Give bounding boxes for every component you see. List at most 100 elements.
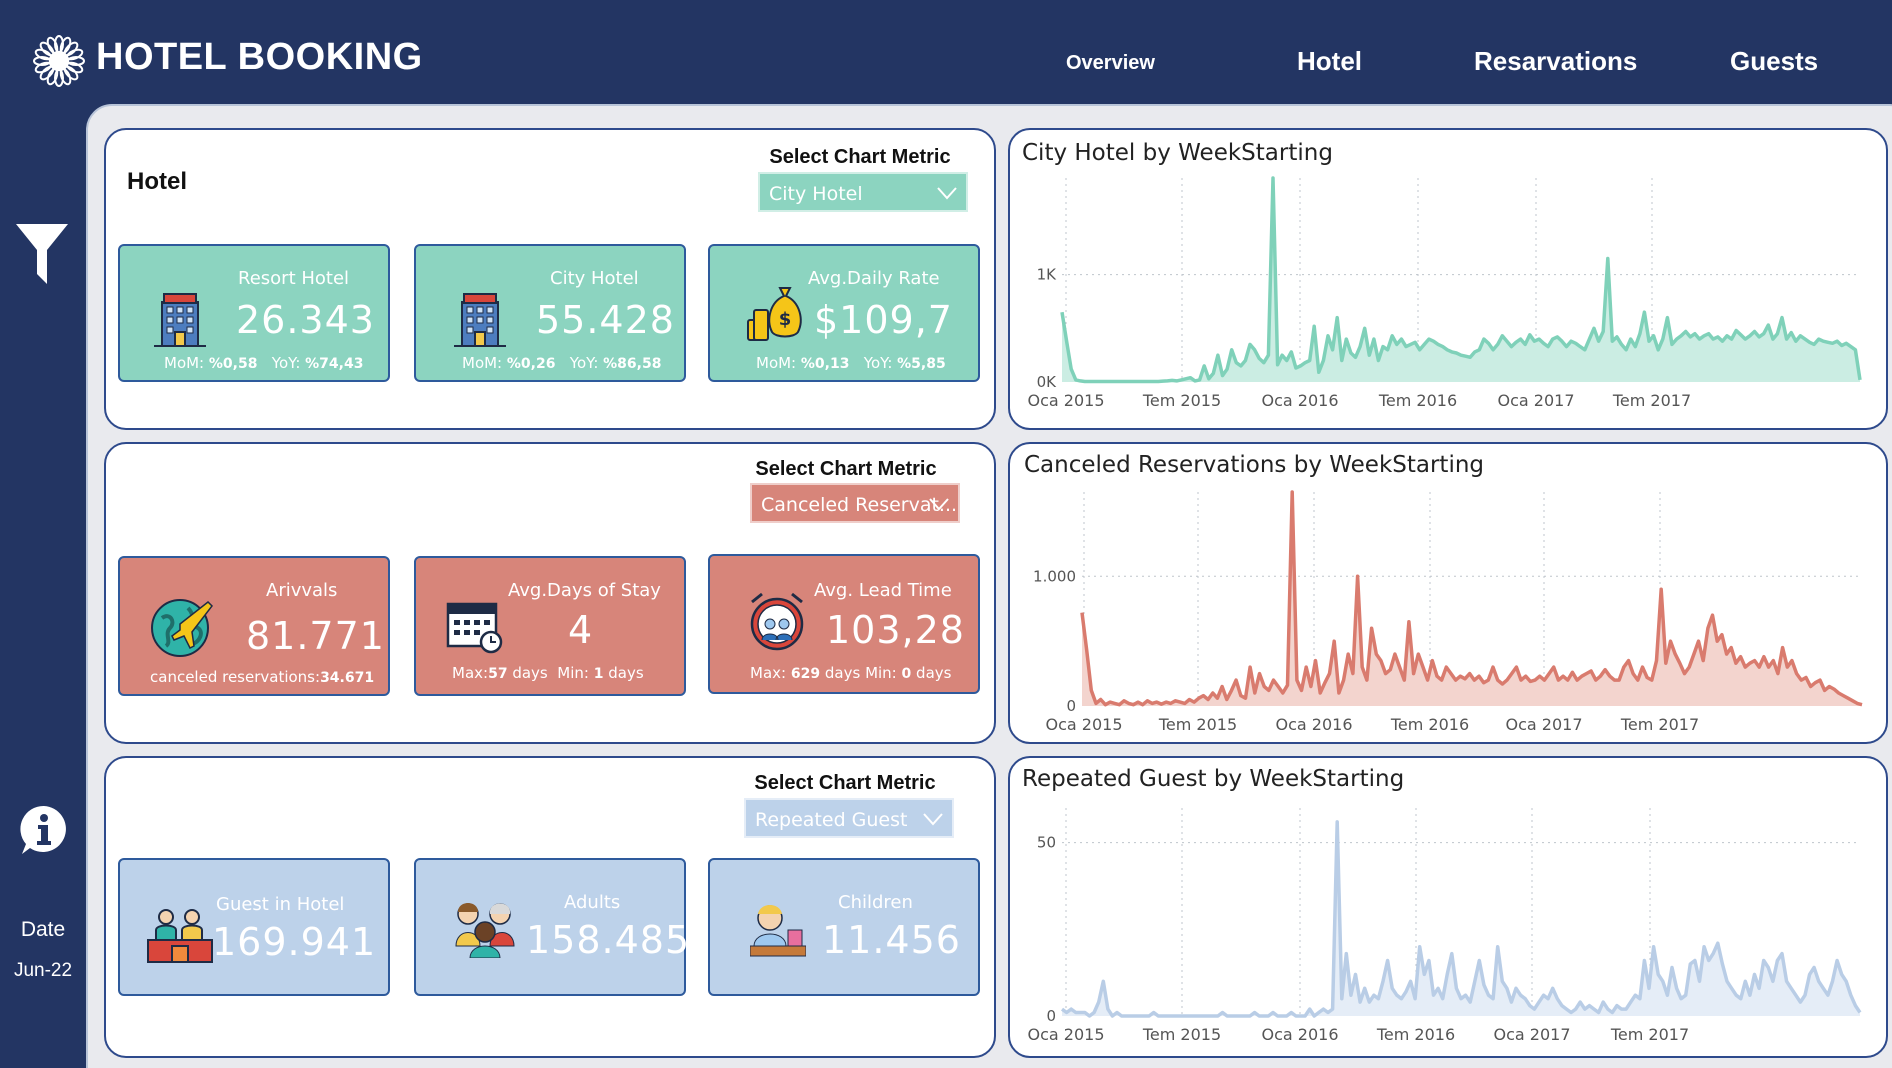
min-label: Min: <box>557 664 589 682</box>
chevron-down-icon <box>929 498 949 511</box>
card-label: Arivvals <box>266 580 338 601</box>
card-max-min: Max:57 days Min: 1 days <box>452 664 644 682</box>
resort-hotel-card[interactable]: Resort Hotel 26.343 MoM: %0,58 YoY: %74,… <box>118 244 390 382</box>
dropdown-value: City Hotel <box>769 183 863 205</box>
card-label: Avg. Lead Time <box>814 580 952 601</box>
mom-value: %0,26 <box>506 356 556 372</box>
nav-overview[interactable]: Overview <box>1066 52 1155 75</box>
select-metric-title: Select Chart Metric <box>755 458 937 480</box>
avg-days-stay-card[interactable]: Avg.Days of Stay 4 Max:57 days Min: 1 da… <box>414 556 686 696</box>
card-label: Adults <box>564 892 621 913</box>
child-icon <box>750 905 806 957</box>
x-tick-label: Tem 2016 <box>1376 1025 1455 1044</box>
x-tick-label: Oca 2016 <box>1262 391 1339 410</box>
x-tick-label: Oca 2016 <box>1262 1025 1339 1044</box>
y-tick-label: 1.000 <box>1033 567 1076 585</box>
avg-lead-time-card[interactable]: Avg. Lead Time 103,28 Max: 629 days Min:… <box>708 554 980 694</box>
yoy-value: %86,58 <box>603 356 662 372</box>
date-label: Date <box>20 918 66 941</box>
card-label: Guest in Hotel <box>216 894 345 915</box>
card-mom-yoy: MoM: %0,13 YoY: %5,85 <box>756 354 946 372</box>
adults-group-icon <box>455 903 515 958</box>
card-value: 169.941 <box>212 920 377 964</box>
hotel-building-icon <box>454 293 506 347</box>
x-tick-label: Tem 2017 <box>1610 1025 1689 1044</box>
city-hotel-chart: 0K 1K Oca 2015 Tem 2015 Oca 2016 Tem 2016 Oca … <box>1028 176 1862 410</box>
card-value: $109,7 <box>814 298 953 342</box>
x-tick-label: Tem 2017 <box>1612 391 1691 410</box>
x-tick-label: Oca 2015 <box>1028 1025 1105 1044</box>
yoy-value: %74,43 <box>305 356 364 372</box>
card-label: City Hotel <box>550 268 639 289</box>
nav-hotel[interactable]: Hotel <box>1297 46 1362 77</box>
card-value: 81.771 <box>246 614 385 658</box>
date-value: Jun-22 <box>13 960 73 981</box>
app-title: HOTEL BOOKING <box>96 36 423 78</box>
city-hotel-chart-panel[interactable]: City Hotel by WeekStarting 0K 1K Oca 2015 T… <box>1008 128 1888 430</box>
money-bag-icon: $ <box>747 287 802 341</box>
alarm-clock-people-icon <box>750 592 804 651</box>
guests-desk-icon <box>147 909 213 963</box>
yoy-label: YoY: <box>569 354 599 372</box>
guests-metric-dropdown[interactable]: Repeated Guest <box>744 798 954 838</box>
canceled-reservations-chart-panel[interactable]: Canceled Reservations by WeekStarting 01… <box>1008 442 1888 744</box>
yoy-label: YoY: <box>271 354 301 372</box>
x-tick-label: Oca 2017 <box>1506 715 1583 734</box>
children-card[interactable]: Children 11.456 <box>708 858 980 996</box>
guest-in-hotel-card[interactable]: Guest in Hotel 169.941 <box>118 858 390 996</box>
card-value: 158.485 <box>526 918 691 962</box>
mom-label: MoM: <box>462 354 503 372</box>
x-tick-label: Oca 2017 <box>1498 391 1575 410</box>
repeated-guest-chart-panel[interactable]: Repeated Guest by WeekStarting 0 50 Oca 20… <box>1008 756 1888 1058</box>
canceled-label: canceled reservations: <box>150 668 321 686</box>
y-tick-label: 1K <box>1037 266 1058 284</box>
logo-icon <box>32 34 86 88</box>
max-label: Max: <box>452 664 489 682</box>
card-label: Resort Hotel <box>238 268 350 289</box>
card-canceled: canceled reservations:34.671 <box>150 668 374 686</box>
y-tick-label: 0K <box>1037 373 1058 391</box>
x-tick-label: Tem 2016 <box>1390 715 1469 734</box>
city-hotel-card[interactable]: City Hotel 55.428 MoM: %0,26 YoY: %86,58 <box>414 244 686 382</box>
canceled-reservations-chart: 0 1.000 Oca 2015 Tem 2015 Oca 2016 Tem 2016 Oc… <box>1033 490 1863 734</box>
x-tick-label: Oca 2016 <box>1276 715 1353 734</box>
y-tick-label: 50 <box>1037 834 1056 852</box>
card-value: 55.428 <box>536 298 675 342</box>
yoy-label: YoY: <box>863 354 893 372</box>
select-metric-title: Select Chart Metric <box>754 772 936 794</box>
x-tick-label: Tem 2015 <box>1158 715 1237 734</box>
mom-label: MoM: <box>164 354 205 372</box>
x-tick-label: Oca 2015 <box>1046 715 1123 734</box>
x-tick-label: Oca 2017 <box>1494 1025 1571 1044</box>
card-value: 11.456 <box>822 918 961 962</box>
arrivals-card[interactable]: Arivvals 81.771 canceled reservations:34… <box>118 556 390 696</box>
nav-reservations[interactable]: Resarvations <box>1474 46 1637 77</box>
card-label: Avg.Daily Rate <box>808 268 940 289</box>
card-label: Children <box>838 892 913 913</box>
card-mom-yoy: MoM: %0,58 YoY: %74,43 <box>164 354 363 372</box>
select-metric-title: Select Chart Metric <box>769 146 951 168</box>
filter-icon[interactable] <box>14 222 70 286</box>
mom-label: MoM: <box>756 354 797 372</box>
adults-card[interactable]: Adults 158.485 <box>414 858 689 996</box>
card-value: 103,28 <box>826 608 965 652</box>
hotel-building-icon <box>154 293 206 347</box>
hotel-metric-dropdown[interactable]: City Hotel <box>758 172 968 212</box>
min-unit: days <box>608 664 644 682</box>
min-label: Min: <box>865 664 897 682</box>
globe-plane-icon <box>151 599 213 657</box>
x-tick-label: Tem 2017 <box>1620 715 1699 734</box>
chevron-down-icon <box>937 187 957 200</box>
reservations-metric-dropdown[interactable]: Canceled Reservat... <box>750 483 960 523</box>
panel-title: Hotel <box>127 168 187 195</box>
x-tick-label: Tem 2016 <box>1378 391 1457 410</box>
max-unit: days <box>512 664 548 682</box>
info-icon[interactable] <box>18 804 70 856</box>
max-unit: days <box>824 664 861 682</box>
x-tick-label: Tem 2015 <box>1142 1025 1221 1044</box>
svg-text:$: $ <box>779 309 792 330</box>
avg-daily-rate-card[interactable]: $ Avg.Daily Rate $109,7 MoM: %0,13 YoY: … <box>708 244 980 382</box>
x-tick-label: Tem 2015 <box>1142 391 1221 410</box>
nav-guests[interactable]: Guests <box>1730 46 1818 77</box>
max-value: 629 <box>790 666 821 682</box>
